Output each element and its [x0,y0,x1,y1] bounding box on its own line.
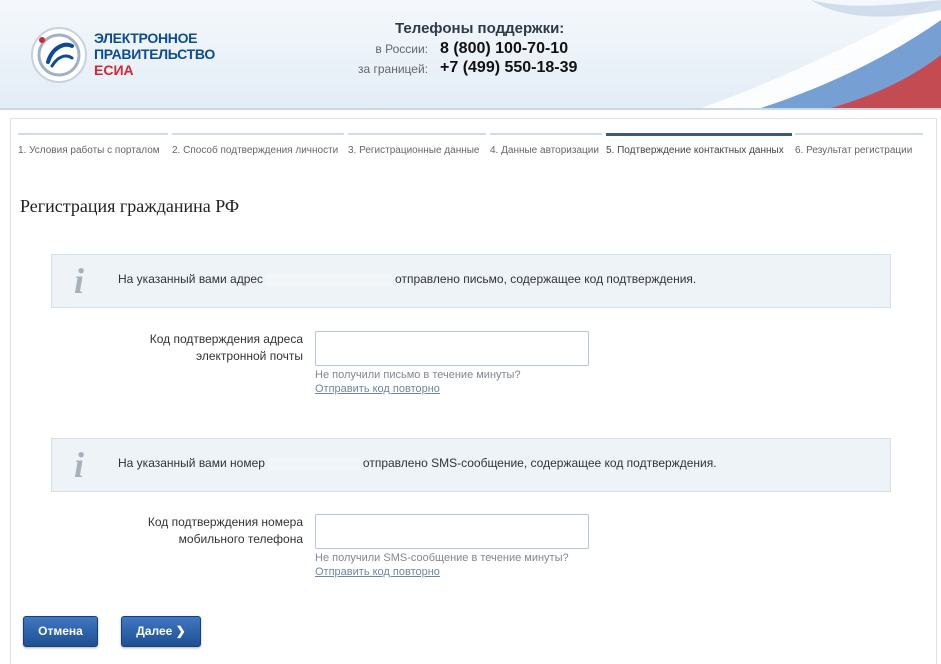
cancel-button[interactable]: Отмена [23,616,98,647]
email-resend-link[interactable]: Отправить код повторно [315,383,440,395]
next-button[interactable]: Далее ❯ [121,616,201,647]
phone-info-after: отправлено SMS-сообщение, содержащее код… [362,456,717,470]
registration-steps: 1. Условия работы с порталом 2. Способ п… [18,133,923,173]
phone-label-abroad: за границей: [357,62,428,76]
phone-label-russia: в России: [375,42,428,56]
info-icon: i [74,445,85,485]
step-4: 4. Данные авторизации [490,133,602,173]
phone-resend-link[interactable]: Отправить код повторно [315,566,440,578]
email-info-before: На указанный вами адрес [118,272,264,286]
phone-number-abroad: +7 (499) 550-18-39 [440,59,578,76]
step-2: 2. Способ подтверждения личности [172,133,344,173]
hidden-phone [267,457,360,470]
email-code-input[interactable] [315,331,589,366]
logo-esia: ЕСИА [94,62,134,78]
info-icon: i [74,261,85,301]
page-title: Регистрация гражданина РФ [20,196,240,216]
site-header: ЭЛЕКТРОННОЕ ПРАВИТЕЛЬСТВО ЕСИА Телефоны … [0,0,941,110]
email-info-text: На указанный вами адрес отправлено письмо… [118,272,696,286]
esia-logo-icon [31,27,87,83]
hidden-email [266,273,393,286]
step-5-active: 5. Подтверждение контактных данных [606,133,792,173]
phone-info-box: i На указанный вами номер отправлено SMS-… [51,438,891,492]
email-info-box: i На указанный вами адрес отправлено пись… [51,254,891,308]
logo-line-1: ЭЛЕКТРОННОЕ [94,30,198,46]
phone-info-text: На указанный вами номер отправлено SMS-со… [118,456,717,470]
phone-info-before: На указанный вами номер [118,456,265,470]
phone-code-label: Код подтверждения номера мобильного теле… [147,515,303,546]
phone-code-hint: Не получили SMS-сообщение в течение мину… [315,552,569,564]
step-1: 1. Условия работы с порталом [18,133,168,173]
step-3: 3. Регистрационные данные [348,133,486,173]
phone-code-input[interactable] [315,514,589,549]
email-code-hint: Не получили письмо в течение минуты? [315,369,521,381]
flag-swoosh-decoration [701,0,941,108]
logo-line-2: ПРАВИТЕЛЬСТВО [94,46,215,62]
phone-number-russia: 8 (800) 100-70-10 [440,40,569,57]
logo-text: ЭЛЕКТРОННОЕ ПРАВИТЕЛЬСТВО ЕСИА [94,30,215,78]
step-6: 6. Результат регистрации [795,133,923,173]
support-title: Телефоны поддержки: [395,20,565,37]
email-code-label: Код подтверждения адреса электронной поч… [149,332,303,363]
email-info-after: отправлено письмо, содержащее код подтве… [395,272,697,286]
